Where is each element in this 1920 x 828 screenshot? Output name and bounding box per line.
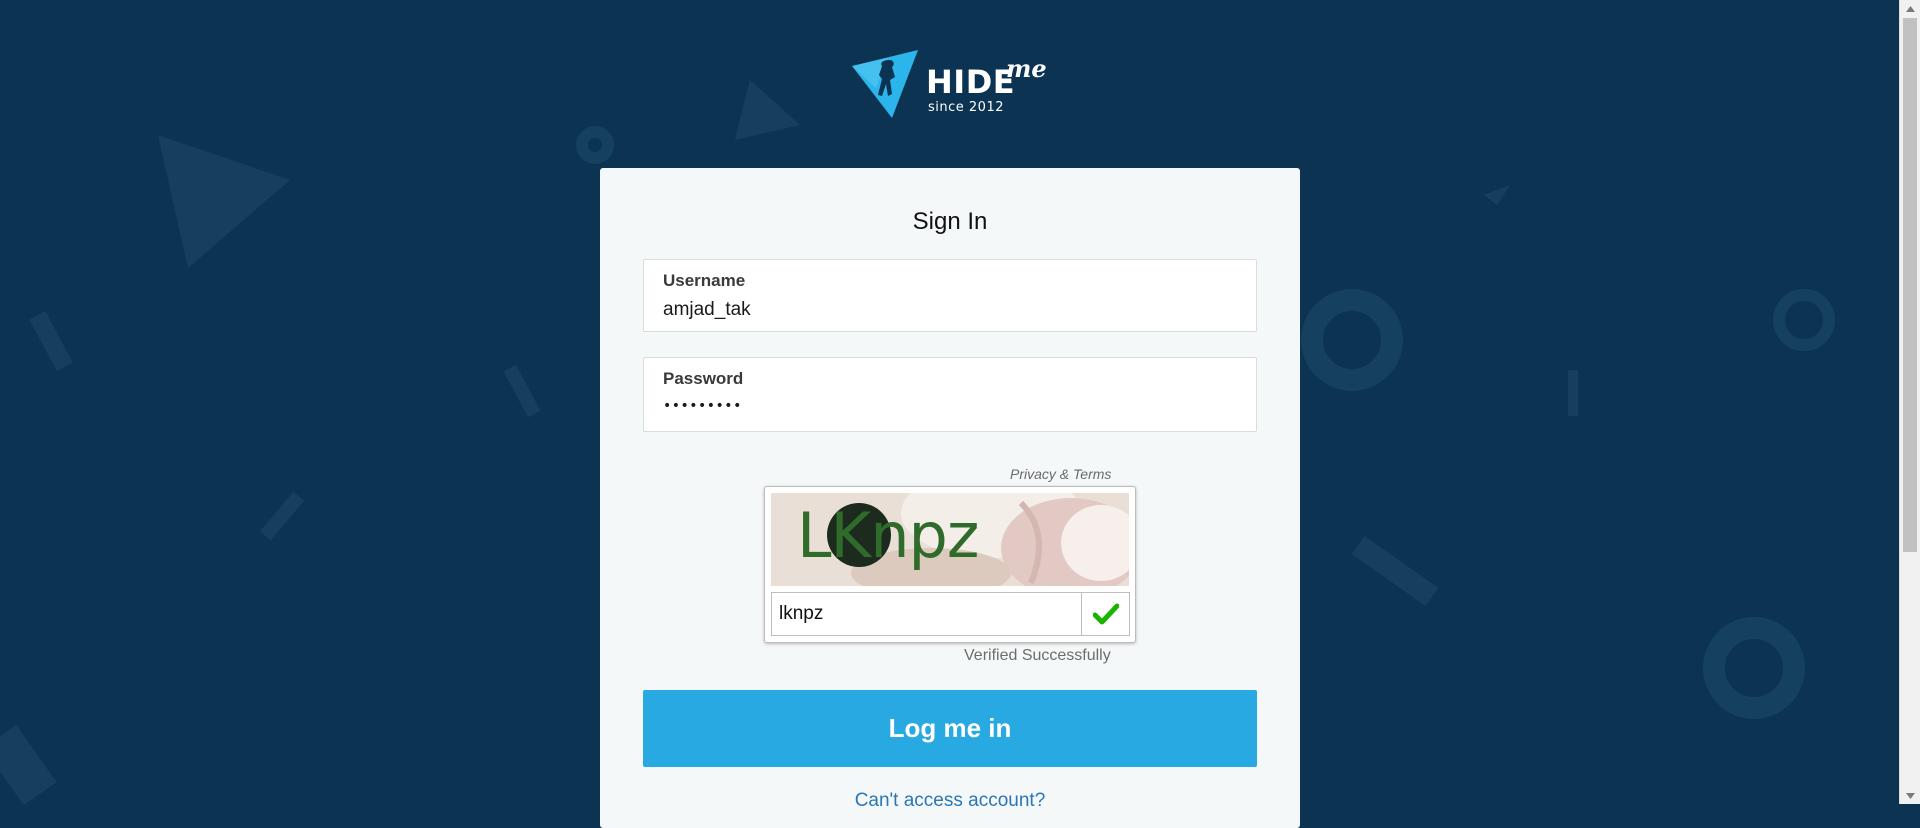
password-input[interactable]: ••••••••• xyxy=(663,398,742,414)
logo-suffix: me xyxy=(1006,54,1047,83)
privacy-terms-link[interactable]: Privacy & Terms xyxy=(1010,466,1111,482)
captcha-verified-check-icon xyxy=(1082,592,1130,636)
cant-access-account-link[interactable]: Can't access account? xyxy=(600,790,1300,812)
username-input[interactable]: amjad_tak xyxy=(663,299,751,321)
page-scrollbar[interactable] xyxy=(1899,0,1920,804)
hideme-triangle-icon xyxy=(852,50,918,118)
page-title: Sign In xyxy=(912,208,988,235)
username-field[interactable]: Username amjad_tak xyxy=(643,259,1257,332)
captcha-widget: LKnpz lknpz xyxy=(764,486,1136,643)
username-label: Username xyxy=(663,271,746,290)
captcha-status: Verified Successfully xyxy=(964,647,1111,664)
hideme-logo[interactable]: HIDE me since 2012 xyxy=(850,48,1050,120)
captcha-input[interactable]: lknpz xyxy=(771,592,1082,636)
scrollbar-thumb[interactable] xyxy=(1903,18,1917,552)
scroll-down-arrow-icon[interactable] xyxy=(1900,787,1920,804)
sign-in-card: Sign In Username amjad_tak Password ••••… xyxy=(600,168,1300,828)
captcha-image: LKnpz xyxy=(771,493,1129,586)
login-button[interactable]: Log me in xyxy=(643,690,1257,767)
logo-tagline: since 2012 xyxy=(928,100,1004,115)
captcha-challenge-text: LKnpz xyxy=(797,499,979,572)
logo-wordmark: HIDE xyxy=(926,63,1016,101)
captcha-input-value: lknpz xyxy=(779,603,824,624)
password-label: Password xyxy=(663,369,744,388)
password-field[interactable]: Password ••••••••• xyxy=(643,357,1257,432)
scroll-up-arrow-icon[interactable] xyxy=(1900,0,1920,17)
